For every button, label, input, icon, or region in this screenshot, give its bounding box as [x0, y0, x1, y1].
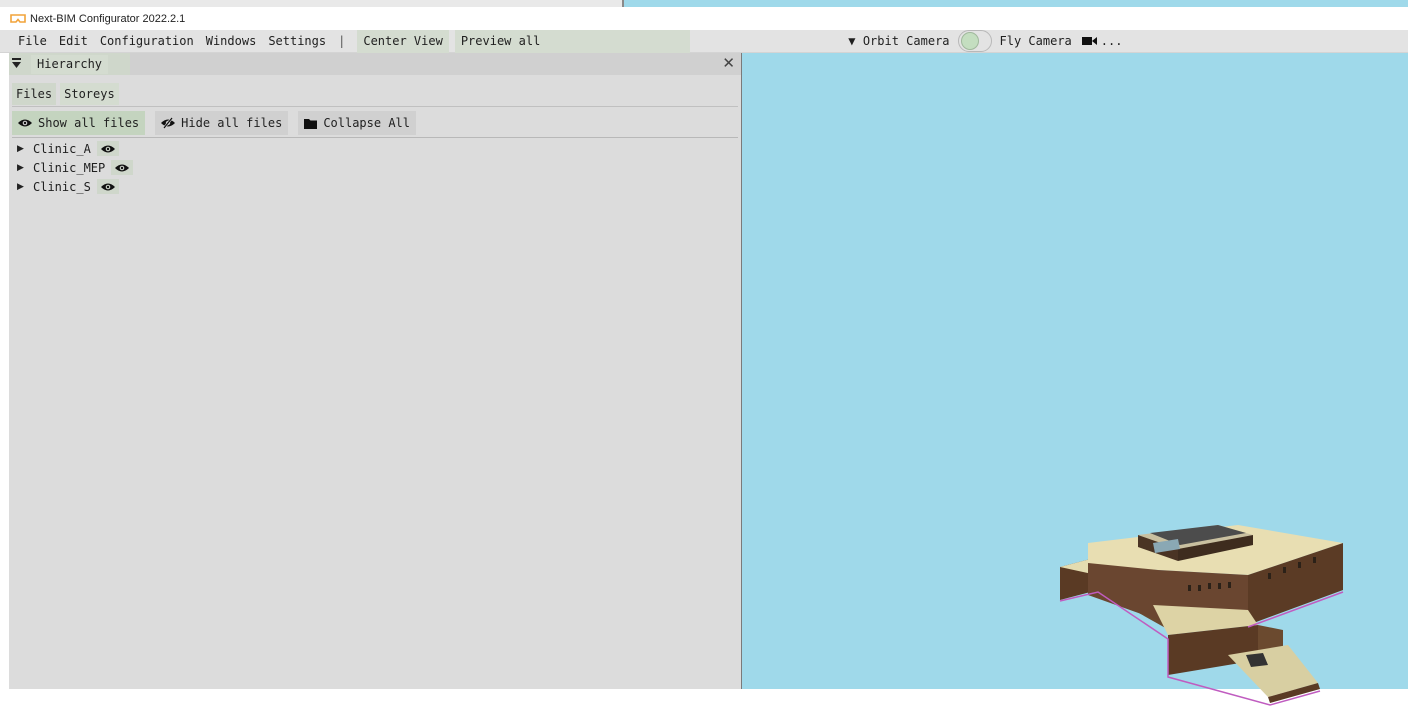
file-name: Clinic_A	[33, 141, 91, 156]
title-bar: Next-BIM Configurator 2022.2.1	[0, 7, 1408, 30]
fly-camera-label: Fly Camera	[999, 34, 1072, 48]
toolbar-divider	[12, 137, 738, 138]
window-title: Next-BIM Configurator 2022.2.1	[30, 12, 186, 25]
panel-title: Hierarchy	[31, 55, 109, 74]
menu-separator: |	[338, 34, 346, 48]
eye-icon	[18, 119, 32, 127]
toggle-knob	[960, 32, 979, 50]
file-tabs: Files Storeys	[12, 83, 123, 105]
file-name: Clinic_MEP	[33, 160, 106, 175]
hide-all-files-label: Hide all files	[181, 116, 283, 130]
expand-arrow-icon[interactable]: ▶	[17, 163, 33, 173]
menu-windows[interactable]: Windows	[200, 30, 263, 53]
building-model[interactable]	[1058, 515, 1348, 720]
panel-header: Hierarchy ✕	[9, 53, 741, 75]
file-name: Clinic_S	[33, 179, 91, 194]
menu-file[interactable]: File	[12, 30, 53, 53]
tree-item-clinic-mep[interactable]: ▶ Clinic_MEP	[17, 158, 134, 177]
hierarchy-panel: Hierarchy ✕ Files Storeys Show all files…	[9, 53, 741, 689]
menu-edit[interactable]: Edit	[53, 30, 94, 53]
video-camera-icon[interactable]	[1081, 36, 1097, 46]
menu-settings[interactable]: Settings	[262, 30, 332, 53]
vr-headset-icon	[10, 13, 26, 23]
close-icon[interactable]: ✕	[722, 56, 735, 71]
hierarchy-toolbar: Show all files Hide all files Collapse A…	[12, 111, 426, 135]
camera-dropdown-arrow-icon[interactable]: ▼	[845, 34, 859, 48]
tab-files[interactable]: Files	[12, 83, 57, 105]
toggle-visibility-button[interactable]	[96, 141, 119, 156]
preview-all-button[interactable]: Preview all	[454, 29, 690, 53]
expand-arrow-icon[interactable]: ▶	[17, 182, 33, 192]
toggle-visibility-button[interactable]	[96, 179, 119, 194]
hide-all-files-button[interactable]: Hide all files	[155, 111, 289, 135]
show-all-files-label: Show all files	[38, 116, 140, 130]
toggle-visibility-button[interactable]	[111, 160, 134, 175]
eye-slash-icon	[161, 117, 176, 129]
eye-icon	[100, 183, 115, 190]
file-tree: ▶ Clinic_A ▶ Clinic_MEP ▶ Clinic_S	[17, 139, 134, 196]
collapse-panel-icon[interactable]	[12, 57, 22, 69]
folder-icon	[304, 118, 318, 129]
background-window-strip	[0, 0, 1408, 7]
tree-item-clinic-a[interactable]: ▶ Clinic_A	[17, 139, 133, 158]
expand-arrow-icon[interactable]: ▶	[17, 144, 33, 154]
eye-icon	[100, 145, 115, 152]
camera-mode-toggle[interactable]	[957, 30, 992, 52]
collapse-all-label: Collapse All	[323, 116, 411, 130]
more-options-button[interactable]: ...	[1101, 34, 1123, 48]
collapse-all-button[interactable]: Collapse All	[298, 111, 417, 135]
3d-viewport[interactable]	[742, 53, 1408, 706]
menu-bar: File Edit Configuration Windows Settings…	[0, 29, 1408, 53]
tabs-divider	[12, 106, 738, 107]
tree-item-clinic-s[interactable]: ▶ Clinic_S	[17, 177, 133, 196]
center-view-button[interactable]: Center View	[357, 29, 449, 53]
eye-icon	[115, 164, 130, 171]
orbit-camera-label: Orbit Camera	[862, 34, 950, 48]
menu-configuration[interactable]: Configuration	[94, 30, 200, 53]
show-all-files-button[interactable]: Show all files	[12, 111, 146, 135]
tab-storeys[interactable]: Storeys	[60, 83, 119, 105]
